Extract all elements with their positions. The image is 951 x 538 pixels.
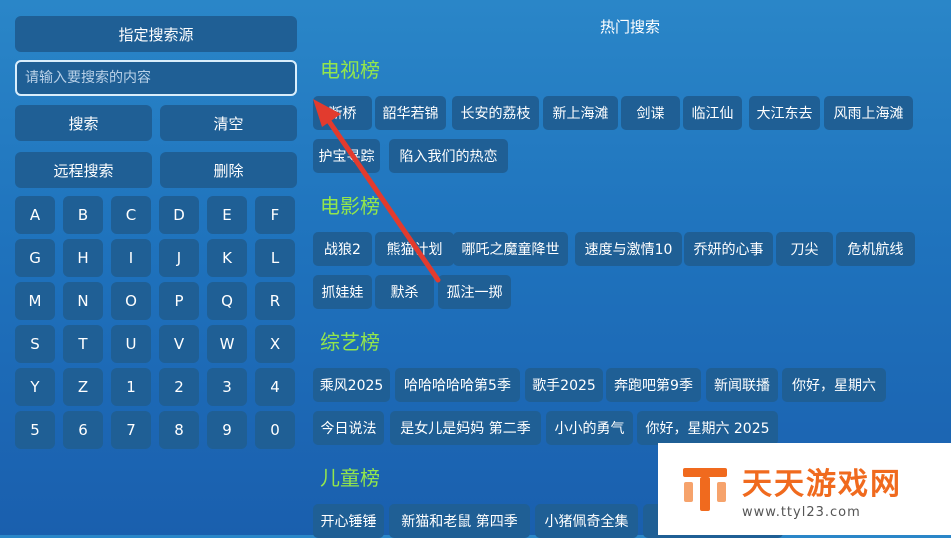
hot-item-kids[interactable]: 小猪佩奇全集 <box>535 504 638 538</box>
hot-item-variety[interactable]: 今日说法 <box>313 411 384 445</box>
hot-item-tv[interactable]: 大江东去 <box>749 96 820 130</box>
hot-item-tv[interactable]: 护宝寻踪 <box>313 139 380 173</box>
ttyl-logo-icon <box>683 468 727 511</box>
hot-item-variety[interactable]: 哈哈哈哈哈第5季 <box>395 368 520 402</box>
watermark: 天天游戏网 www.ttyl23.com <box>658 443 951 535</box>
key-3[interactable]: 3 <box>207 368 247 406</box>
key-q[interactable]: Q <box>207 282 247 320</box>
key-r[interactable]: R <box>255 282 295 320</box>
hot-item-tv[interactable]: 韶华若锦 <box>375 96 446 130</box>
hot-item-tv[interactable]: 剑谍 <box>621 96 680 130</box>
hot-search-title: 热门搜索 <box>599 18 660 36</box>
hot-item-tv[interactable]: 断桥 <box>313 96 372 130</box>
hot-item-variety[interactable]: 小小的勇气 <box>546 411 633 445</box>
hot-item-variety[interactable]: 乘风2025 <box>313 368 390 402</box>
key-e[interactable]: E <box>207 196 247 234</box>
section-heading-movie: 电影榜 <box>320 194 380 218</box>
key-p[interactable]: P <box>159 282 199 320</box>
search-button[interactable]: 搜索 <box>15 105 152 141</box>
key-4[interactable]: 4 <box>255 368 295 406</box>
key-0[interactable]: 0 <box>255 411 295 449</box>
key-v[interactable]: V <box>159 325 199 363</box>
hot-item-variety[interactable]: 歌手2025 <box>525 368 603 402</box>
key-l[interactable]: L <box>255 239 295 277</box>
key-h[interactable]: H <box>63 239 103 277</box>
key-5[interactable]: 5 <box>15 411 55 449</box>
key-m[interactable]: M <box>15 282 55 320</box>
key-1[interactable]: 1 <box>111 368 151 406</box>
section-heading-tv: 电视榜 <box>320 58 380 82</box>
key-8[interactable]: 8 <box>159 411 199 449</box>
key-7[interactable]: 7 <box>111 411 151 449</box>
hot-item-movie[interactable]: 哪吒之魔童降世 <box>453 232 568 266</box>
key-x[interactable]: X <box>255 325 295 363</box>
hot-item-movie[interactable]: 刀尖 <box>776 232 833 266</box>
key-a[interactable]: A <box>15 196 55 234</box>
hot-item-movie[interactable]: 速度与激情10 <box>575 232 682 266</box>
hot-item-tv[interactable]: 陷入我们的热恋 <box>389 139 508 173</box>
hot-item-kids[interactable]: 新猫和老鼠 第四季 <box>389 504 530 538</box>
section-heading-variety: 综艺榜 <box>320 330 380 354</box>
key-d[interactable]: D <box>159 196 199 234</box>
key-f[interactable]: F <box>255 196 295 234</box>
hot-item-tv[interactable]: 长安的荔枝 <box>452 96 539 130</box>
watermark-url: www.ttyl23.com <box>742 504 861 520</box>
delete-button[interactable]: 删除 <box>160 152 297 188</box>
key-u[interactable]: U <box>111 325 151 363</box>
key-n[interactable]: N <box>63 282 103 320</box>
hot-item-movie[interactable]: 默杀 <box>375 275 434 309</box>
hot-item-movie[interactable]: 抓娃娃 <box>313 275 372 309</box>
key-i[interactable]: I <box>111 239 151 277</box>
key-t[interactable]: T <box>63 325 103 363</box>
key-2[interactable]: 2 <box>159 368 199 406</box>
key-9[interactable]: 9 <box>207 411 247 449</box>
hot-item-movie[interactable]: 战狼2 <box>313 232 372 266</box>
section-heading-kids: 儿童榜 <box>320 466 380 490</box>
key-k[interactable]: K <box>207 239 247 277</box>
key-o[interactable]: O <box>111 282 151 320</box>
hot-item-variety[interactable]: 奔跑吧第9季 <box>606 368 701 402</box>
hot-item-variety[interactable]: 新闻联播 <box>706 368 778 402</box>
hot-item-variety[interactable]: 是女儿是妈妈 第二季 <box>390 411 541 445</box>
search-input[interactable] <box>15 60 297 96</box>
source-select-button[interactable]: 指定搜索源 <box>15 16 297 52</box>
hot-item-movie[interactable]: 危机航线 <box>836 232 915 266</box>
hot-item-variety[interactable]: 你好，星期六 <box>782 368 886 402</box>
key-s[interactable]: S <box>15 325 55 363</box>
hot-item-variety[interactable]: 你好，星期六 2025 <box>637 411 778 445</box>
key-6[interactable]: 6 <box>63 411 103 449</box>
key-w[interactable]: W <box>207 325 247 363</box>
key-j[interactable]: J <box>159 239 199 277</box>
hot-item-kids[interactable]: 开心锤锤 <box>313 504 384 538</box>
hot-item-tv[interactable]: 风雨上海滩 <box>824 96 913 130</box>
clear-button[interactable]: 清空 <box>160 105 297 141</box>
watermark-title: 天天游戏网 <box>742 466 902 502</box>
hot-item-tv[interactable]: 临江仙 <box>683 96 742 130</box>
key-z[interactable]: Z <box>63 368 103 406</box>
remote-search-button[interactable]: 远程搜索 <box>15 152 152 188</box>
hot-item-movie[interactable]: 熊猫计划 <box>375 232 454 266</box>
hot-item-movie[interactable]: 乔妍的心事 <box>684 232 773 266</box>
hot-item-movie[interactable]: 孤注一掷 <box>438 275 511 309</box>
key-b[interactable]: B <box>63 196 103 234</box>
key-c[interactable]: C <box>111 196 151 234</box>
key-g[interactable]: G <box>15 239 55 277</box>
hot-item-tv[interactable]: 新上海滩 <box>543 96 618 130</box>
key-y[interactable]: Y <box>15 368 55 406</box>
